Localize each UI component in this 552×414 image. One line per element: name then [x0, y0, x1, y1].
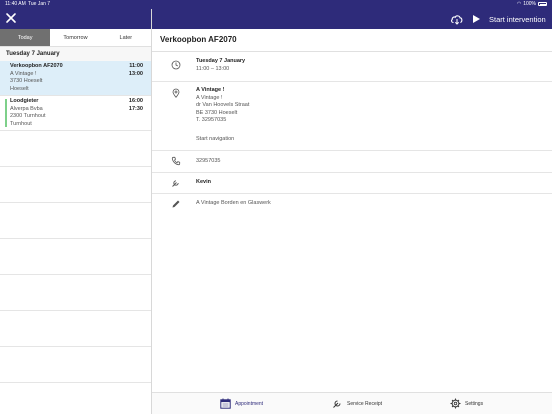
address-line: A Vintage ! [196, 94, 223, 101]
left-header [0, 9, 151, 29]
page-title: Verkoopbon AF2070 [160, 35, 237, 44]
list-item-line: 2300 Turnhout [10, 113, 46, 119]
detail-date: Tuesday 7 January [196, 58, 246, 64]
status-date: Tue Jan 7 [28, 1, 51, 7]
list-item-start: 16:00 [128, 98, 143, 104]
detail-technician: Kevin [196, 179, 211, 185]
detail-phone[interactable]: 32957035 [196, 158, 220, 166]
start-navigation-link[interactable]: Start navigation [196, 136, 234, 144]
day-tabs: Today Tomorrow Later [0, 29, 151, 47]
appointment-list: Tuesday 7 January Verkoopbon AF2070 A Vi… [0, 47, 151, 383]
nav-appointment[interactable]: Appointment [220, 398, 263, 409]
battery-percent: 100% [523, 1, 536, 7]
right-header: Start intervention [152, 9, 552, 29]
nav-appointment-label: Appointment [235, 400, 264, 407]
list-group-header: Tuesday 7 January [0, 47, 151, 61]
wrench-icon [172, 180, 179, 187]
wrench-icon [333, 400, 341, 408]
list-item-end: 13:00 [128, 70, 143, 77]
detail-row-technician: Kevin [152, 173, 552, 194]
nav-service-receipt[interactable]: Service Receipt [332, 398, 382, 409]
nav-settings-label: Settings [465, 400, 484, 407]
detail-time-range: 11:00 – 13:00 [196, 65, 230, 72]
empty-row [0, 131, 151, 167]
empty-row [0, 203, 151, 239]
detail-header: Verkoopbon AF2070 [152, 29, 552, 52]
wifi-icon: ◠ [516, 1, 522, 7]
close-icon[interactable] [5, 12, 17, 24]
address-line: T. 32957035 [196, 117, 227, 123]
list-item-line: Hoeselt [10, 85, 29, 92]
play-icon [473, 15, 480, 23]
detail-row-time: Tuesday 7 January 11:00 – 13:00 [152, 52, 552, 82]
cloud-sync-icon[interactable] [450, 13, 464, 25]
list-item-end: 17:30 [128, 105, 143, 112]
list-item-title: Loodgieter [10, 98, 39, 104]
empty-row [0, 275, 151, 311]
pencil-icon [172, 200, 180, 208]
detail-note: A Vintage Borden en Glaswerk [196, 200, 271, 206]
status-time: 11:40 AM [5, 1, 26, 7]
list-item-times: 11:00 13:00 [129, 63, 143, 78]
empty-row [0, 239, 151, 275]
list-item[interactable]: Verkoopbon AF2070 A Vintage ! 3730 Hoese… [0, 61, 151, 96]
location-pin-icon [172, 88, 180, 98]
address-line: dr Van Hoovels Straat [196, 102, 250, 108]
detail-row-address: A Vintage ! A Vintage ! dr Van Hoovels S… [152, 82, 552, 151]
phone-icon [171, 156, 181, 166]
detail-row-phone: 32957035 [152, 151, 552, 173]
nav-service-receipt-label: Service Receipt [347, 400, 383, 407]
empty-row [0, 167, 151, 203]
status-bar: 11:40 AM Tue Jan 7 ◠ 100% [0, 0, 552, 9]
status-stripe [5, 99, 7, 127]
tab-today[interactable]: Today [0, 29, 51, 46]
empty-row [0, 347, 151, 383]
detail-customer: A Vintage ! [196, 87, 225, 93]
start-intervention-label: Start intervention [489, 14, 546, 24]
empty-row [0, 311, 151, 347]
list-item[interactable]: Loodgieter Alverpa Bvba 2300 Turnhout Tu… [0, 96, 151, 131]
status-right: ◠ 100% [517, 1, 547, 7]
address-line: BE 3730 Hoeselt [196, 109, 238, 116]
start-intervention-button[interactable]: Start intervention [472, 12, 546, 26]
calendar-icon [220, 398, 231, 409]
list-item-start: 11:00 [129, 63, 143, 69]
list-item-title: Verkoopbon AF2070 [10, 63, 63, 69]
list-item-line: A Vintage ! [10, 70, 37, 77]
settings-icon [450, 398, 461, 409]
tab-tomorrow[interactable]: Tomorrow [50, 29, 100, 46]
tab-later[interactable]: Later [101, 29, 151, 46]
list-item-times: 16:00 17:30 [129, 98, 143, 113]
bottom-nav: Appointment Service Receipt Settings [152, 392, 552, 414]
detail-row-note: A Vintage Borden en Glaswerk [152, 194, 552, 214]
list-item-line: Alverpa Bvba [10, 105, 43, 112]
nav-settings[interactable]: Settings [450, 398, 483, 409]
list-item-line: 3730 Hoeselt [10, 78, 43, 84]
clock-icon [171, 60, 181, 70]
list-item-line: Turnhout [10, 120, 32, 127]
battery-icon [538, 2, 547, 6]
